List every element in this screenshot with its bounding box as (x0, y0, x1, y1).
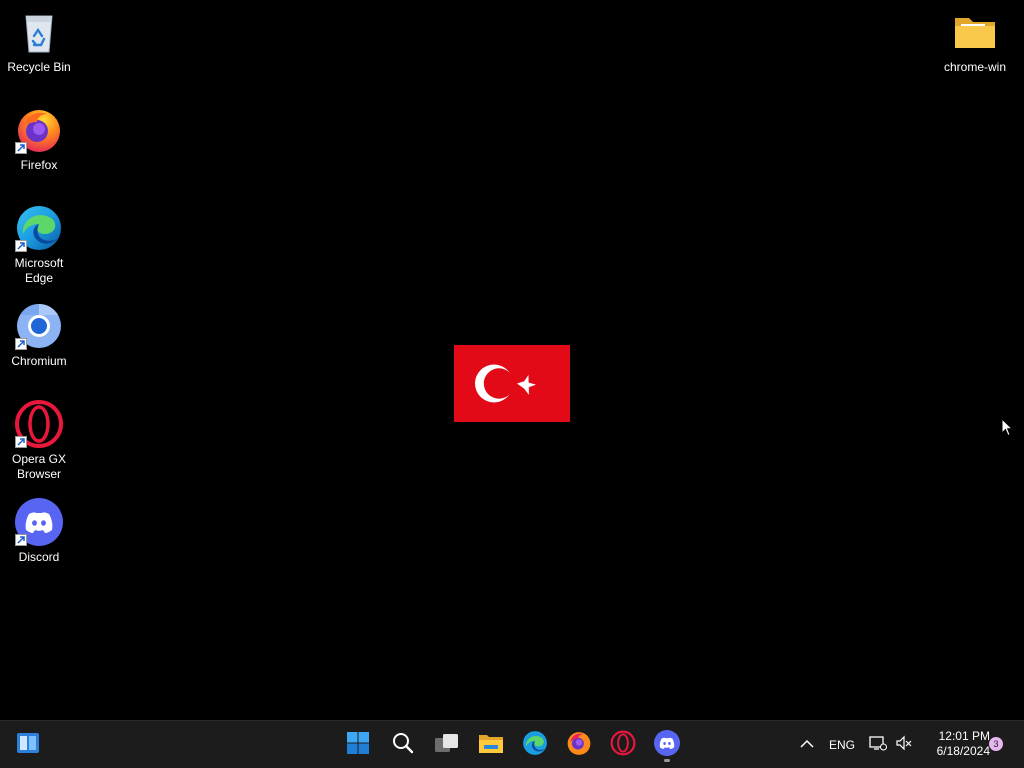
taskbar-discord[interactable] (649, 727, 685, 763)
clock[interactable]: 12:01 PM 6/18/2024 (922, 729, 990, 759)
desktop-icon-label: Opera GX Browser (11, 452, 67, 481)
opera-gx-icon (610, 730, 636, 761)
desktop-icon-chrome-win-folder[interactable]: chrome-win (937, 8, 1013, 75)
discord-icon (654, 729, 680, 761)
task-view-button[interactable] (429, 727, 465, 763)
mouse-cursor-icon (1001, 417, 1014, 442)
search-button[interactable] (385, 727, 421, 763)
desktop-icon-edge[interactable]: Microsoft Edge (1, 204, 77, 286)
input-language-indicator[interactable]: ENG (829, 738, 855, 752)
desktop-icon-label: Chromium (11, 354, 67, 368)
shortcut-arrow-icon (15, 436, 27, 448)
turkish-flag-image (454, 345, 570, 422)
desktop-icon-firefox[interactable]: Firefox (1, 106, 77, 173)
task-view-icon (434, 732, 460, 759)
edge-icon (522, 730, 548, 761)
network-button[interactable] (866, 727, 890, 763)
taskbar: ENG 12:01 PM 6/18/2024 (0, 720, 1024, 768)
running-indicator (664, 759, 670, 762)
start-icon (346, 731, 370, 760)
recycle-bin-icon (15, 8, 63, 56)
notification-badge[interactable]: 3 (989, 737, 1003, 751)
desktop-icon-label: chrome-win (943, 60, 1006, 74)
desktop-icon-label: Firefox (20, 158, 58, 172)
firefox-icon (566, 730, 592, 761)
edge-icon (15, 204, 63, 252)
shortcut-arrow-icon (15, 534, 27, 546)
start-button[interactable] (340, 727, 376, 763)
chromium-icon (15, 302, 63, 350)
file-explorer-icon (478, 732, 504, 759)
widgets-button[interactable] (10, 727, 46, 763)
discord-icon (15, 498, 63, 546)
widgets-icon (16, 732, 40, 759)
shortcut-arrow-icon (15, 142, 27, 154)
clock-time: 12:01 PM (938, 729, 990, 743)
taskbar-opera-gx[interactable] (605, 727, 641, 763)
desktop: Recycle Bin Firefox Microsoft Edge Chrom… (0, 0, 1024, 720)
desktop-icon-discord[interactable]: Discord (1, 498, 77, 565)
folder-icon (951, 8, 999, 56)
show-hidden-icons-button[interactable] (789, 727, 825, 763)
search-icon (391, 731, 415, 760)
taskbar-edge[interactable] (517, 727, 553, 763)
clock-date: 6/18/2024 (936, 744, 990, 758)
volume-muted-icon (895, 735, 913, 756)
shortcut-arrow-icon (15, 240, 27, 252)
desktop-icon-label: Microsoft Edge (14, 256, 64, 285)
opera-gx-icon (15, 400, 63, 448)
desktop-icon-opera-gx[interactable]: Opera GX Browser (1, 400, 77, 482)
shortcut-arrow-icon (15, 338, 27, 350)
firefox-icon (15, 106, 63, 154)
network-icon (869, 735, 887, 756)
volume-button[interactable] (892, 727, 916, 763)
taskbar-file-explorer[interactable] (473, 727, 509, 763)
taskbar-firefox[interactable] (561, 727, 597, 763)
chevron-up-icon (800, 736, 814, 754)
desktop-icon-recycle-bin[interactable]: Recycle Bin (1, 8, 77, 75)
desktop-icon-label: Discord (18, 550, 60, 564)
desktop-icon-label: Recycle Bin (7, 60, 71, 74)
desktop-icon-chromium[interactable]: Chromium (1, 302, 77, 369)
